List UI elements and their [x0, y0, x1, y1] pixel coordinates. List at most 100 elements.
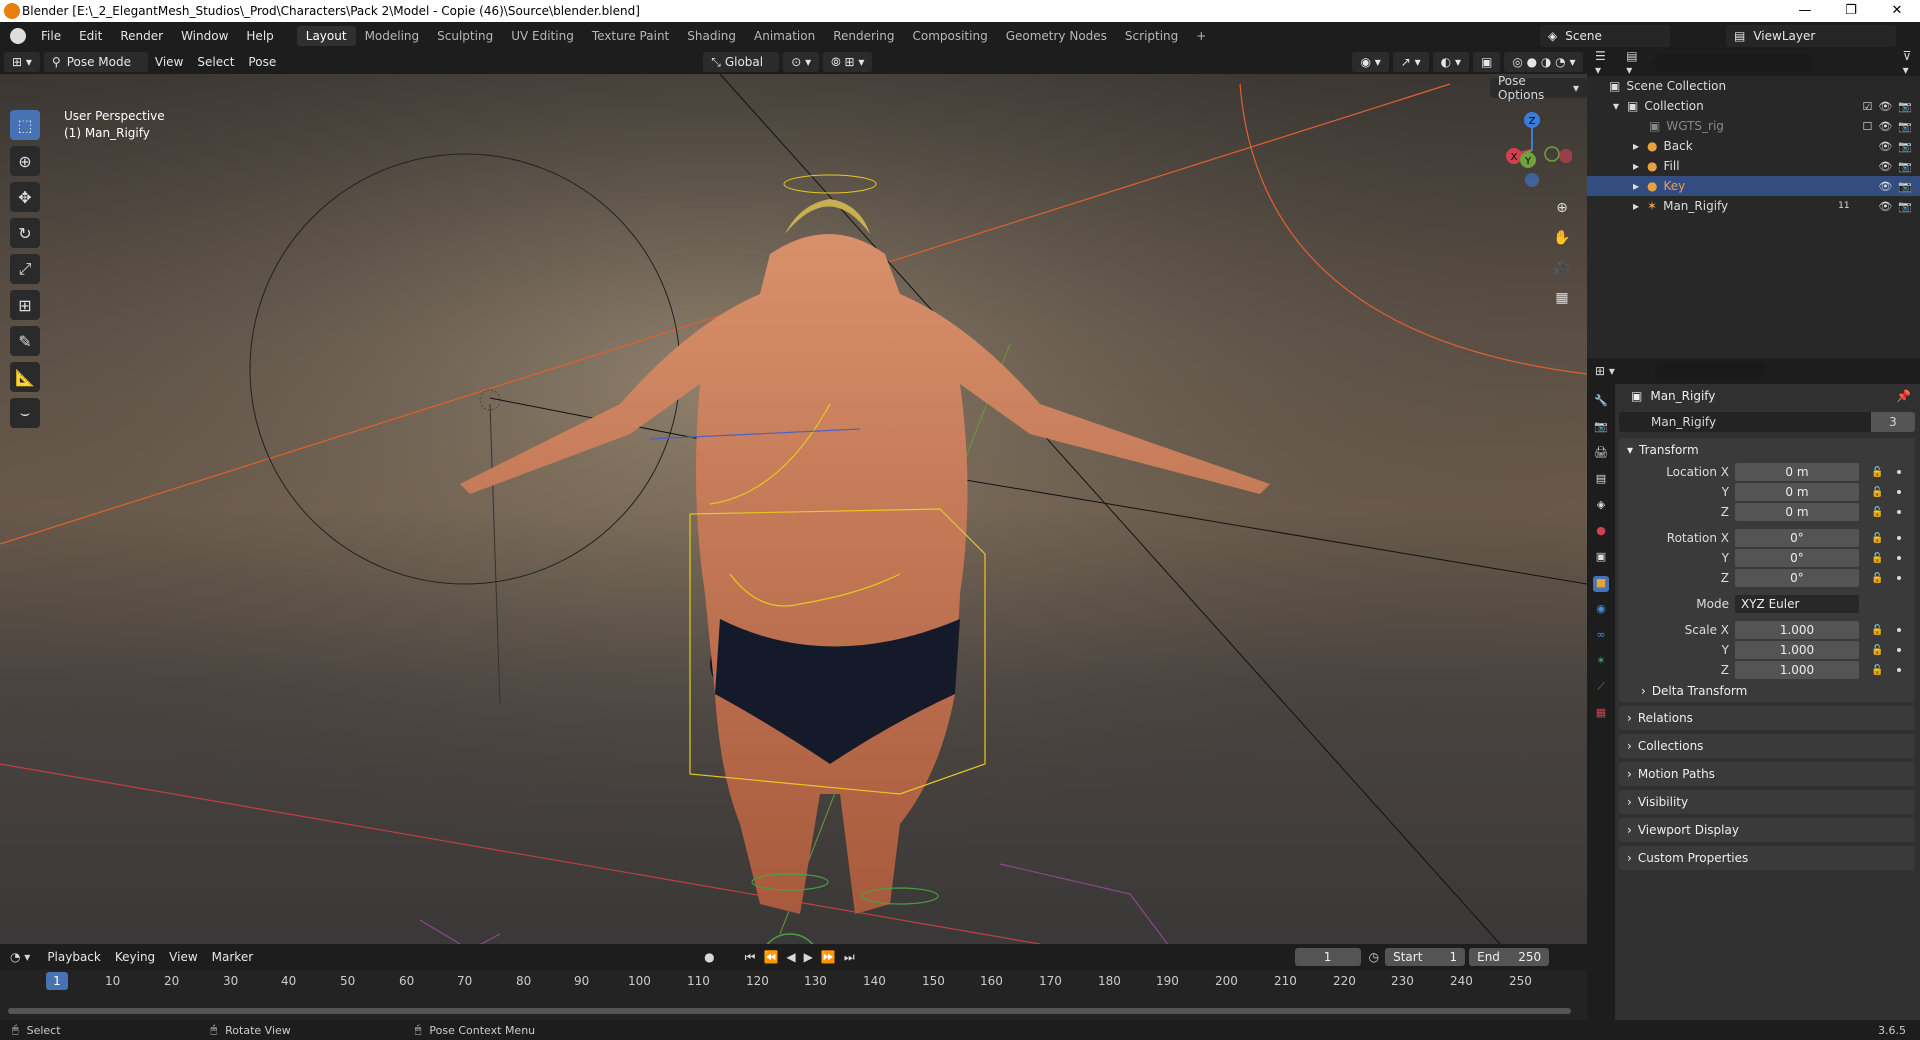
snap-button[interactable]: ⦾ ⊞ ▾: [823, 52, 873, 72]
timeline-editor-icon[interactable]: ◔ ▾: [10, 950, 30, 964]
timeline-scrollbar[interactable]: [8, 1008, 1571, 1014]
camera-icon[interactable]: 📷: [1898, 200, 1912, 213]
location-y-field[interactable]: 0 m: [1735, 483, 1859, 501]
play-reverse-icon[interactable]: ◀: [786, 950, 795, 964]
perspective-toggle-icon[interactable]: ▦: [1550, 286, 1574, 310]
motion-paths-panel[interactable]: › Motion Paths: [1619, 762, 1915, 786]
outliner-item-fill[interactable]: ▸ ● Fill 👁 📷: [1587, 156, 1920, 176]
checkbox-icon[interactable]: ☐: [1862, 120, 1872, 133]
outliner-item-wgts-rig[interactable]: ▣ WGTS_rig ☐ 👁 📷: [1587, 116, 1920, 136]
view-layer-selector[interactable]: ▤ ViewLayer: [1726, 25, 1896, 47]
tab-animation[interactable]: Animation: [745, 26, 824, 46]
tab-uv-editing[interactable]: UV Editing: [502, 26, 583, 46]
frame-ruler[interactable]: 1 10 20 30 40 50 60 70 80 90 100 110 120…: [0, 970, 1587, 994]
timeline-menu-view[interactable]: View: [162, 950, 204, 964]
annotate-tool[interactable]: ✎: [10, 326, 40, 356]
scale-tool[interactable]: ⤢: [10, 254, 40, 284]
lock-icon[interactable]: 🔓: [1871, 487, 1883, 498]
lock-icon[interactable]: 🔓: [1871, 507, 1883, 518]
properties-editor-icon[interactable]: ⊞ ▾: [1595, 364, 1615, 378]
pose-options-dropdown[interactable]: Pose Options ▾: [1490, 74, 1587, 102]
custom-properties-panel[interactable]: › Custom Properties: [1619, 846, 1915, 870]
eye-icon[interactable]: 👁: [1878, 180, 1892, 193]
pin-icon[interactable]: 📌: [1896, 389, 1911, 403]
blender-menu-icon[interactable]: [10, 28, 26, 44]
scale-y-field[interactable]: 1.000: [1735, 641, 1859, 659]
constraints-tab-icon[interactable]: ∞: [1593, 628, 1609, 644]
visibility-panel[interactable]: › Visibility: [1619, 790, 1915, 814]
close-button[interactable]: ✕: [1874, 0, 1920, 22]
viewport-menu-select[interactable]: Select: [190, 55, 241, 69]
eye-icon[interactable]: 👁: [1878, 160, 1892, 173]
gizmo-toggle[interactable]: ↗ ▾: [1392, 52, 1429, 72]
outliner-item-man-rigify[interactable]: ▸ ✶ Man_Rigify 11 👁 📷: [1587, 196, 1920, 216]
lock-icon[interactable]: 🔓: [1871, 553, 1883, 564]
visibility-button[interactable]: ◉ ▾: [1352, 52, 1389, 72]
outliner-collection[interactable]: ▾ ▣ Collection ☑ 👁 📷: [1587, 96, 1920, 116]
outliner-search-input[interactable]: [1654, 54, 1813, 72]
eye-icon[interactable]: 👁: [1878, 200, 1892, 213]
3d-viewport[interactable]: ⬚ ⊕ ✥ ↻ ⤢ ⊞ ✎ 📐 ⌣ User Perspective (1) M…: [0, 74, 1587, 944]
lock-icon[interactable]: 🔓: [1871, 573, 1883, 584]
properties-search-input[interactable]: [1654, 362, 1765, 380]
pan-hand-icon[interactable]: ✋: [1550, 226, 1574, 250]
bone-tab-icon[interactable]: ⟋: [1593, 680, 1609, 696]
object-tab-icon[interactable]: ■: [1593, 576, 1609, 592]
mode-selector[interactable]: ⚲ Pose Mode: [43, 52, 148, 72]
overlays-toggle[interactable]: ◐ ▾: [1432, 52, 1469, 72]
start-frame-field[interactable]: Start 1: [1385, 948, 1466, 966]
object-name-field[interactable]: Man_Rigify 3: [1619, 412, 1915, 432]
location-x-field[interactable]: 0 m: [1735, 463, 1859, 481]
texture-tab-icon[interactable]: ▦: [1593, 706, 1609, 722]
rotation-z-field[interactable]: 0°: [1735, 569, 1859, 587]
timeline-menu-playback[interactable]: Playback: [40, 950, 108, 964]
shading-buttons[interactable]: ◎ ● ◑ ◔ ▾: [1504, 52, 1584, 72]
menu-help[interactable]: Help: [237, 29, 282, 43]
outliner-item-back[interactable]: ▸ ● Back 👁 📷: [1587, 136, 1920, 156]
lock-icon[interactable]: 🔓: [1871, 665, 1883, 676]
next-keyframe-icon[interactable]: ⏩: [821, 950, 836, 964]
minimize-button[interactable]: —: [1782, 0, 1828, 22]
menu-render[interactable]: Render: [111, 29, 172, 43]
scene-selector[interactable]: ◈ Scene: [1540, 25, 1670, 47]
delta-transform-subpanel[interactable]: › Delta Transform: [1619, 680, 1915, 702]
scene-tab-icon[interactable]: ◈: [1593, 498, 1609, 514]
rotation-y-field[interactable]: 0°: [1735, 549, 1859, 567]
tab-texture-paint[interactable]: Texture Paint: [583, 26, 678, 46]
collection-tab-icon[interactable]: ▣: [1593, 550, 1609, 566]
camera-icon[interactable]: 📷: [1898, 140, 1912, 153]
world-tab-icon[interactable]: ●: [1593, 524, 1609, 540]
viewport-display-panel[interactable]: › Viewport Display: [1619, 818, 1915, 842]
collections-panel[interactable]: › Collections: [1619, 734, 1915, 758]
menu-edit[interactable]: Edit: [70, 29, 111, 43]
lock-icon[interactable]: 🔓: [1871, 625, 1883, 636]
jump-end-icon[interactable]: ⏭: [844, 950, 855, 965]
viewport-menu-view[interactable]: View: [148, 55, 190, 69]
outliner-editor-icon[interactable]: ☰ ▾: [1595, 49, 1614, 77]
add-workspace-button[interactable]: +: [1187, 26, 1215, 46]
xray-toggle[interactable]: ▣: [1472, 52, 1501, 72]
playhead[interactable]: 1: [46, 972, 68, 990]
eye-icon[interactable]: 👁: [1878, 120, 1892, 133]
current-frame-field[interactable]: 1: [1294, 948, 1361, 966]
tab-modeling[interactable]: Modeling: [356, 26, 429, 46]
pivot-point-button[interactable]: ⊙ ▾: [783, 52, 820, 72]
tab-geometry-nodes[interactable]: Geometry Nodes: [997, 26, 1116, 46]
relax-pose-tool[interactable]: ⌣: [10, 398, 40, 428]
armature-data-tab-icon[interactable]: ✶: [1593, 654, 1609, 670]
end-frame-field[interactable]: End 250: [1469, 948, 1550, 966]
lock-icon[interactable]: 🔓: [1871, 645, 1883, 656]
tab-scripting[interactable]: Scripting: [1116, 26, 1187, 46]
physics-tab-icon[interactable]: ◉: [1593, 602, 1609, 618]
navigation-gizmo[interactable]: Z X Y: [1492, 110, 1572, 190]
output-tab-icon[interactable]: 🖨: [1593, 446, 1609, 462]
rotation-x-field[interactable]: 0°: [1735, 529, 1859, 547]
camera-icon[interactable]: 📷: [1898, 120, 1912, 133]
move-tool[interactable]: ✥: [10, 182, 40, 212]
lock-icon[interactable]: 🔓: [1871, 467, 1883, 478]
relations-panel[interactable]: › Relations: [1619, 706, 1915, 730]
zoom-icon[interactable]: ⊕: [1550, 196, 1574, 220]
camera-icon[interactable]: 📷: [1898, 100, 1912, 113]
clock-icon[interactable]: ◷: [1369, 950, 1379, 964]
transform-orientation-dropdown[interactable]: ⤡ Global: [703, 52, 780, 72]
